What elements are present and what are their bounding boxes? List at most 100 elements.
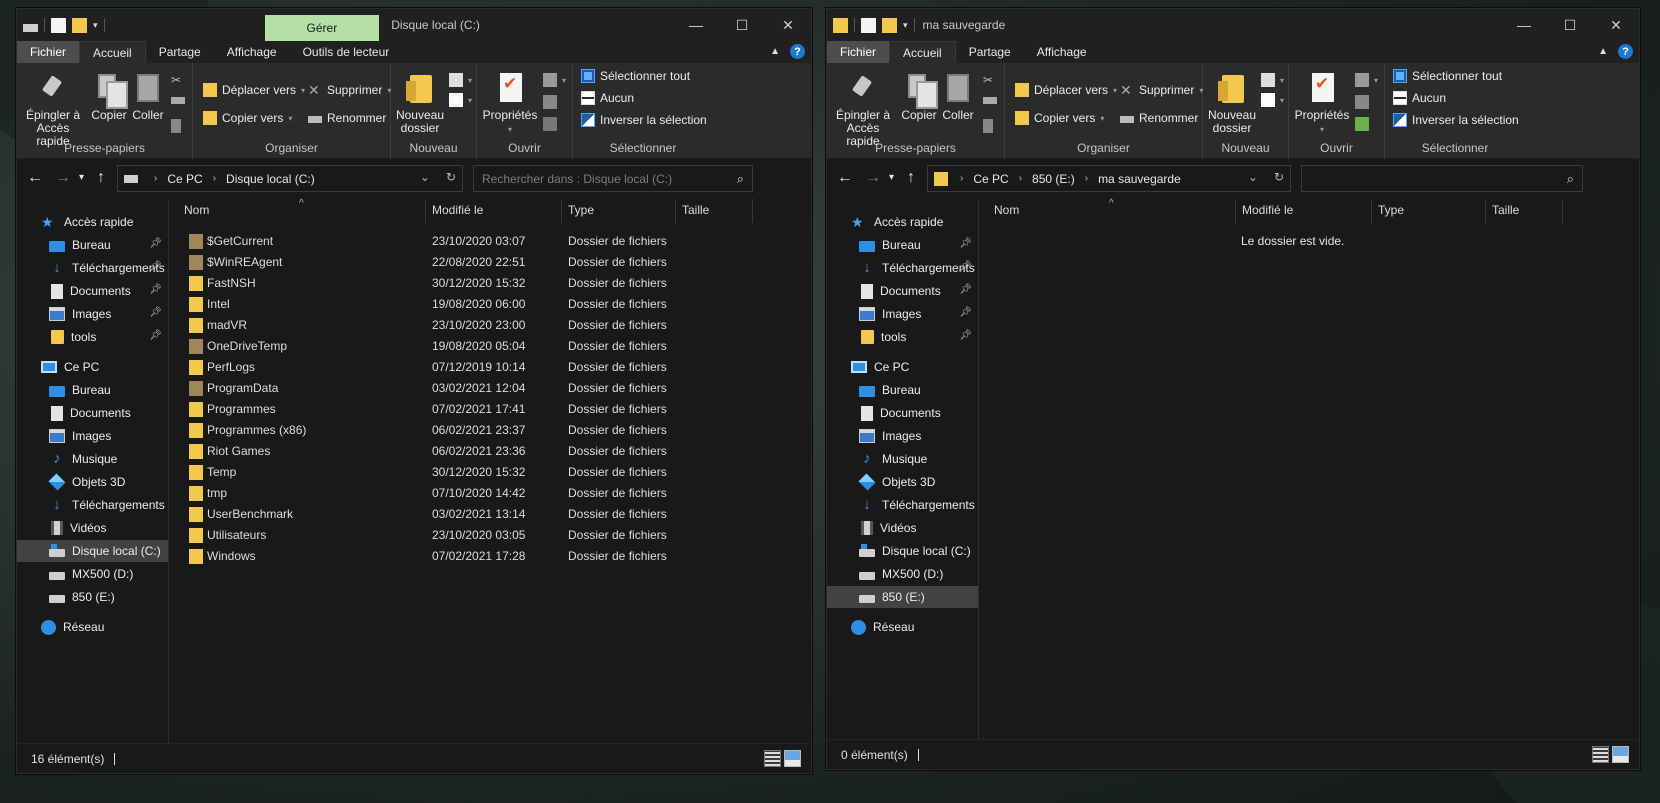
column-header-nom[interactable]: Nom ^: [989, 198, 1236, 223]
nav-this-pc[interactable]: Ce PC: [827, 356, 978, 378]
refresh-icon[interactable]: ↻: [1274, 170, 1284, 184]
nav-quick-telechargements[interactable]: ↓ Téléchargements 📌︎: [17, 257, 168, 279]
file-row[interactable]: PerfLogs 07/12/2019 10:14 Dossier de fichi…: [169, 357, 769, 377]
file-row[interactable]: OneDriveTemp 19/08/2020 05:04 Dossier de f…: [169, 336, 769, 356]
nav-quick-tools[interactable]: tools 📌︎: [17, 326, 168, 348]
forward-button[interactable]: →: [55, 169, 71, 187]
nav-pc-documents[interactable]: Documents: [17, 402, 168, 424]
column-header-nom[interactable]: Nom ^: [179, 198, 426, 223]
customize-toolbar-icon[interactable]: ▾: [93, 20, 98, 31]
paste-shortcut-icon[interactable]: [171, 119, 181, 133]
invert-selection-button[interactable]: Inverser la sélection: [1393, 113, 1519, 127]
recent-locations-button[interactable]: ▾: [79, 169, 84, 187]
details-view-icon[interactable]: [1592, 746, 1609, 763]
nav-pc-mx500-d[interactable]: MX500 (D:): [17, 563, 168, 585]
new-folder-icon[interactable]: [882, 17, 897, 33]
column-header-type[interactable]: Type: [563, 199, 676, 223]
rename-button[interactable]: Renommer: [1120, 111, 1198, 125]
paste-button[interactable]: Coller: [129, 71, 167, 122]
manage-contextual-tab[interactable]: Gérer: [264, 15, 380, 41]
file-row[interactable]: $GetCurrent 23/10/2020 03:07 Dossier de fi…: [169, 231, 769, 251]
nav-pc-disque-local-c[interactable]: Disque local (C:): [827, 540, 978, 562]
nav-quick-documents[interactable]: Documents 📌︎: [827, 280, 978, 302]
tab-accueil[interactable]: Accueil: [889, 41, 956, 63]
file-row[interactable]: Programmes (x86) 06/02/2021 23:37 Dossier …: [169, 420, 769, 440]
history-icon[interactable]: [1355, 117, 1369, 131]
help-icon[interactable]: ?: [790, 44, 805, 59]
tab-fichier[interactable]: Fichier: [827, 41, 890, 63]
column-header-taille[interactable]: Taille: [677, 199, 753, 223]
back-button[interactable]: ←: [27, 169, 43, 187]
file-row[interactable]: Temp 30/12/2020 15:32 Dossier de fichiers: [169, 462, 769, 482]
minimize-button[interactable]: —: [1501, 9, 1547, 41]
customize-toolbar-icon[interactable]: ▾: [903, 20, 908, 31]
help-icon[interactable]: ?: [1618, 44, 1633, 59]
file-row[interactable]: Riot Games 06/02/2021 23:36 Dossier de fic…: [169, 441, 769, 461]
forward-button[interactable]: →: [865, 169, 881, 187]
easy-access-icon[interactable]: ▾: [1261, 93, 1284, 107]
copy-button[interactable]: Copier: [89, 71, 129, 122]
tab-partage[interactable]: Partage: [146, 41, 214, 63]
file-row[interactable]: FastNSH 30/12/2020 15:32 Dossier de fichie…: [169, 273, 769, 293]
nav-pc-850-e[interactable]: 850 (E:): [827, 586, 978, 608]
select-none-button[interactable]: Aucun: [1393, 91, 1446, 105]
column-header-modifie[interactable]: Modifié le: [427, 199, 562, 223]
nav-quick-bureau[interactable]: Bureau 📌︎: [17, 234, 168, 256]
nav-pc-disque-local-c[interactable]: Disque local (C:): [17, 540, 168, 562]
search-input[interactable]: ⌕: [1301, 165, 1583, 192]
nav-this-pc[interactable]: Ce PC: [17, 356, 168, 378]
maximize-button[interactable]: ☐: [719, 9, 765, 41]
breadcrumb-current[interactable]: Disque local (C:): [226, 172, 315, 186]
up-button[interactable]: ↑: [97, 169, 105, 187]
breadcrumb-current[interactable]: ma sauvegarde: [1098, 172, 1181, 186]
open-icon[interactable]: ▾: [543, 73, 566, 87]
select-all-button[interactable]: Sélectionner tout: [581, 69, 690, 83]
column-header-taille[interactable]: Taille: [1487, 199, 1563, 223]
refresh-icon[interactable]: ↻: [446, 170, 456, 184]
column-header-modifie[interactable]: Modifié le: [1237, 199, 1372, 223]
nav-pc-850-e[interactable]: 850 (E:): [17, 586, 168, 608]
nav-quick-images[interactable]: Images 📌︎: [17, 303, 168, 325]
pin-quick-access-button[interactable]: Épingler à Accès rapide: [23, 71, 83, 148]
maximize-button[interactable]: ☐: [1547, 9, 1593, 41]
breadcrumb-ce-pc[interactable]: Ce PC: [973, 172, 1008, 186]
select-all-button[interactable]: Sélectionner tout: [1393, 69, 1502, 83]
invert-selection-button[interactable]: Inverser la sélection: [581, 113, 707, 127]
nav-pc-videos[interactable]: Vidéos: [827, 517, 978, 539]
large-icons-view-icon[interactable]: [784, 750, 801, 767]
nav-pc-videos[interactable]: Vidéos: [17, 517, 168, 539]
properties-icon[interactable]: [51, 17, 66, 33]
address-bar[interactable]: › Ce PC › 850 (E:) › ma sauvegarde ⌄ ↻: [927, 165, 1291, 192]
nav-pc-bureau[interactable]: Bureau: [827, 379, 978, 401]
nav-quick-access[interactable]: ★ Accès rapide: [17, 211, 168, 233]
nav-quick-images[interactable]: Images 📌︎: [827, 303, 978, 325]
open-icon[interactable]: ▾: [1355, 73, 1378, 87]
back-button[interactable]: ←: [837, 169, 853, 187]
file-row[interactable]: madVR 23/10/2020 23:00 Dossier de fichiers: [169, 315, 769, 335]
tab-fichier[interactable]: Fichier: [17, 41, 80, 63]
nav-pc-mx500-d[interactable]: MX500 (D:): [827, 563, 978, 585]
close-button[interactable]: ✕: [1593, 9, 1639, 41]
tab-partage[interactable]: Partage: [956, 41, 1024, 63]
nav-pc-bureau[interactable]: Bureau: [17, 379, 168, 401]
nav-quick-access[interactable]: ★ Accès rapide: [827, 211, 978, 233]
nav-pc-documents[interactable]: Documents: [827, 402, 978, 424]
nav-quick-bureau[interactable]: Bureau 📌︎: [827, 234, 978, 256]
address-dropdown-icon[interactable]: ⌄: [1248, 170, 1258, 184]
tab-outils-de-lecteur[interactable]: Outils de lecteur: [290, 41, 403, 63]
pin-quick-access-button[interactable]: Épingler à Accès rapide: [833, 71, 893, 148]
recent-locations-button[interactable]: ▾: [889, 169, 894, 187]
address-bar[interactable]: › Ce PC › Disque local (C:) ⌄ ↻: [117, 165, 463, 192]
edit-icon[interactable]: [543, 95, 557, 109]
copy-to-button[interactable]: Copier vers ▾: [1015, 111, 1104, 125]
paste-button[interactable]: Coller: [939, 71, 977, 122]
file-row[interactable]: Windows 07/02/2021 17:28 Dossier de fichie…: [169, 546, 769, 566]
breadcrumb-ce-pc[interactable]: Ce PC: [167, 172, 202, 186]
nav-pc-musique[interactable]: ♪ Musique: [827, 448, 978, 470]
nav-quick-tools[interactable]: tools 📌︎: [827, 326, 978, 348]
file-row[interactable]: ProgramData 03/02/2021 12:04 Dossier de fi…: [169, 378, 769, 398]
properties-button[interactable]: Propriétés▾: [481, 71, 539, 136]
nav-quick-documents[interactable]: Documents 📌︎: [17, 280, 168, 302]
new-item-icon[interactable]: ▾: [1261, 73, 1284, 87]
new-item-icon[interactable]: ▾: [449, 73, 472, 87]
